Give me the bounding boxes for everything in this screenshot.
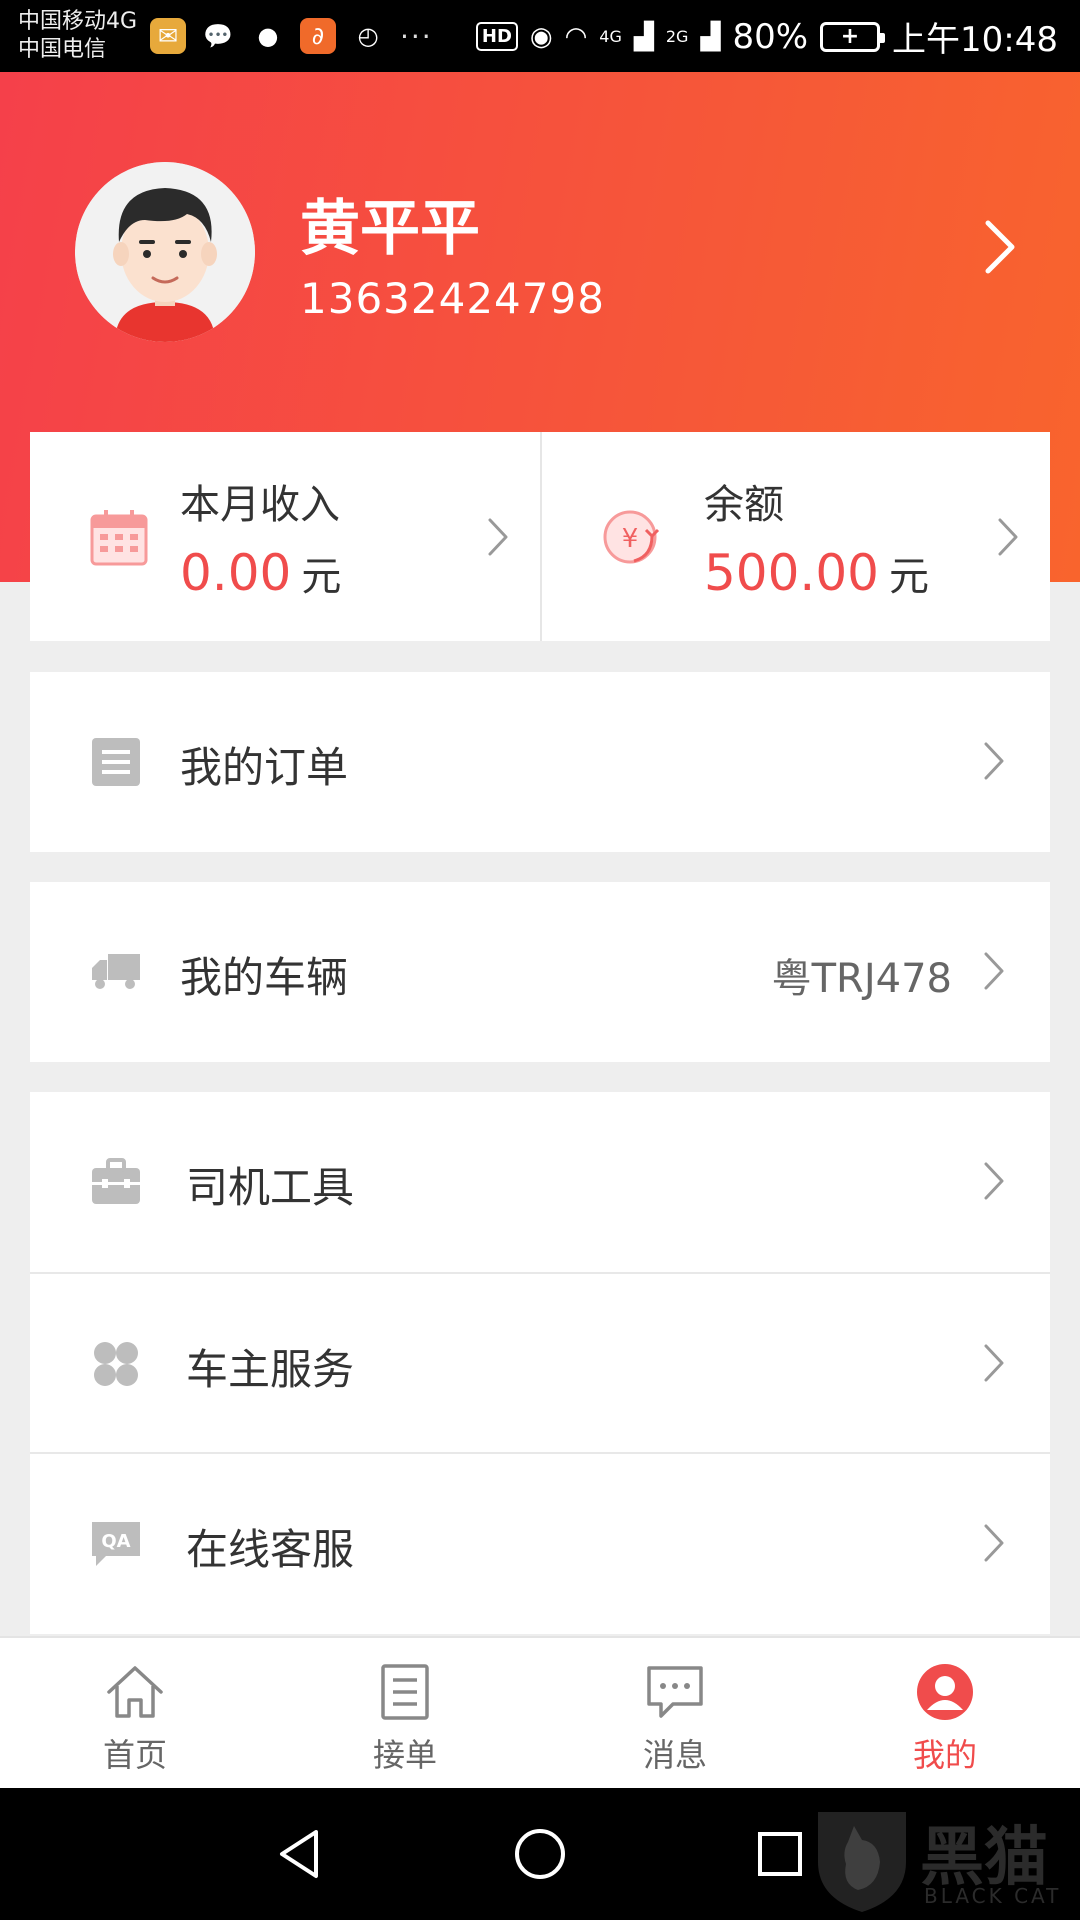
bottom-nav: 首页 接单 消息 我的 <box>0 1636 1080 1788</box>
income-value-line: 0.00 元 <box>180 544 341 602</box>
income-label: 本月收入 <box>180 482 340 528</box>
signal-icon-2: ▟ <box>700 21 721 52</box>
carrier-info: 中国移动4G 中国电信 <box>18 8 137 64</box>
tools-label: 司机工具 <box>186 1163 355 1212</box>
stats-card: 本月收入 0.00 元 ¥ 余额 500.00 元 <box>30 432 1050 641</box>
calendar-icon <box>90 510 148 566</box>
notification-icons: ✉ 💬 ● ∂ ◴ ··· <box>150 18 433 54</box>
menu-item-tools[interactable]: 司机工具 <box>30 1092 1050 1272</box>
alarm-icon: ◴ <box>357 22 379 50</box>
network-4g-label: 4G <box>599 27 622 46</box>
income-unit: 元 <box>301 554 342 600</box>
tab-mine-label: 我的 <box>912 1736 977 1774</box>
avatar[interactable] <box>75 162 255 342</box>
balance-label: 余额 <box>704 482 784 528</box>
status-bar: 中国移动4G 中国电信 ✉ 💬 ● ∂ ◴ ··· HD ◉ ◠ 4G ▟ 2G… <box>0 0 1080 72</box>
user-phone: 13632424798 <box>300 274 605 323</box>
vehicle-plate: 粤TRJ478 <box>771 956 952 1002</box>
orders-section: 我的订单 <box>30 672 1050 852</box>
battery-percent: 80% <box>732 16 809 57</box>
avatar-face-icon <box>75 162 255 342</box>
message-bubble-icon <box>647 1666 703 1718</box>
status-right: HD ◉ ◠ 4G ▟ 2G ▟ 80% + 上午10:48 <box>475 12 1058 61</box>
tab-orders-label: 接单 <box>372 1736 437 1774</box>
balance-value: 500.00 <box>704 544 879 602</box>
home-circle-icon[interactable] <box>512 1826 568 1882</box>
chevron-right-icon <box>984 1162 1004 1200</box>
weibo-icon: ∂ <box>300 18 336 54</box>
watermark-sub: BLACK CAT <box>924 1884 1062 1908</box>
wifi-icon: ◠ <box>564 21 588 52</box>
chevron-right-icon[interactable] <box>980 217 1020 277</box>
orders-label: 我的订单 <box>180 743 349 792</box>
balance-value-line: 500.00 元 <box>704 544 929 602</box>
tab-home-label: 首页 <box>102 1736 167 1774</box>
vehicle-section: 我的车辆 粤TRJ478 <box>30 882 1050 1062</box>
support-label: 在线客服 <box>186 1525 355 1574</box>
chevron-right-icon <box>488 518 508 556</box>
grid-services-icon <box>94 1342 138 1386</box>
more-notifications-icon: ··· <box>400 19 433 53</box>
system-nav-bar: 黑猫 BLACK CAT <box>0 1788 1080 1920</box>
chevron-right-icon <box>984 1344 1004 1382</box>
chevron-right-icon <box>984 952 1004 990</box>
chevron-right-icon <box>984 1524 1004 1562</box>
message-icon: ● <box>257 22 279 50</box>
tab-home[interactable]: 首页 <box>0 1638 270 1788</box>
monthly-income-card[interactable]: 本月收入 0.00 元 <box>30 432 540 641</box>
clock: 上午10:48 <box>892 20 1058 60</box>
balance-card[interactable]: ¥ 余额 500.00 元 <box>540 432 1050 641</box>
document-list-icon <box>92 738 140 786</box>
yuan-coin-icon: ¥ <box>603 510 660 564</box>
battery-icon: + <box>820 21 886 52</box>
chevron-right-icon <box>998 518 1018 556</box>
network-2g-label: 2G <box>665 27 689 46</box>
hd-icon: HD <box>475 22 518 51</box>
carrier-1: 中国移动4G <box>18 9 138 34</box>
mail-icon: ✉ <box>150 18 186 54</box>
watermark: 黑猫 BLACK CAT <box>812 1802 1062 1914</box>
vehicle-label: 我的车辆 <box>180 953 349 1002</box>
truck-icon <box>92 954 140 989</box>
tab-orders[interactable]: 接单 <box>270 1638 540 1788</box>
user-profile-icon <box>917 1664 973 1720</box>
eye-icon: ◉ <box>529 21 553 52</box>
tab-messages[interactable]: 消息 <box>540 1638 810 1788</box>
svg-text:¥: ¥ <box>622 524 639 554</box>
user-name: 黄平平 <box>300 194 480 264</box>
services-label: 车主服务 <box>186 1345 355 1394</box>
tools-section: 司机工具 车主服务 QA 在线客服 <box>30 1092 1050 1634</box>
tab-mine[interactable]: 我的 <box>810 1638 1080 1788</box>
svg-text:QA: QA <box>101 1531 130 1552</box>
menu-item-orders[interactable]: 我的订单 <box>30 672 1050 852</box>
menu-item-services[interactable]: 车主服务 <box>30 1272 1050 1452</box>
order-list-icon <box>381 1664 429 1720</box>
income-value: 0.00 <box>180 544 292 602</box>
chat-bubble-icon: 💬 <box>203 22 233 50</box>
black-cat-logo-icon <box>818 1812 906 1912</box>
chevron-right-icon <box>984 742 1004 780</box>
back-icon[interactable] <box>272 1826 328 1882</box>
toolbox-icon <box>92 1158 140 1204</box>
signal-icon-1: ▟ <box>633 21 654 52</box>
carrier-2: 中国电信 <box>18 37 107 62</box>
menu-item-support[interactable]: QA 在线客服 <box>30 1452 1050 1632</box>
tab-messages-label: 消息 <box>642 1736 707 1774</box>
qa-chat-icon: QA <box>92 1522 140 1566</box>
menu-item-vehicle[interactable]: 我的车辆 粤TRJ478 <box>30 882 1050 1062</box>
balance-unit: 元 <box>888 554 929 600</box>
home-icon <box>107 1666 163 1718</box>
recents-icon[interactable] <box>752 1826 808 1882</box>
